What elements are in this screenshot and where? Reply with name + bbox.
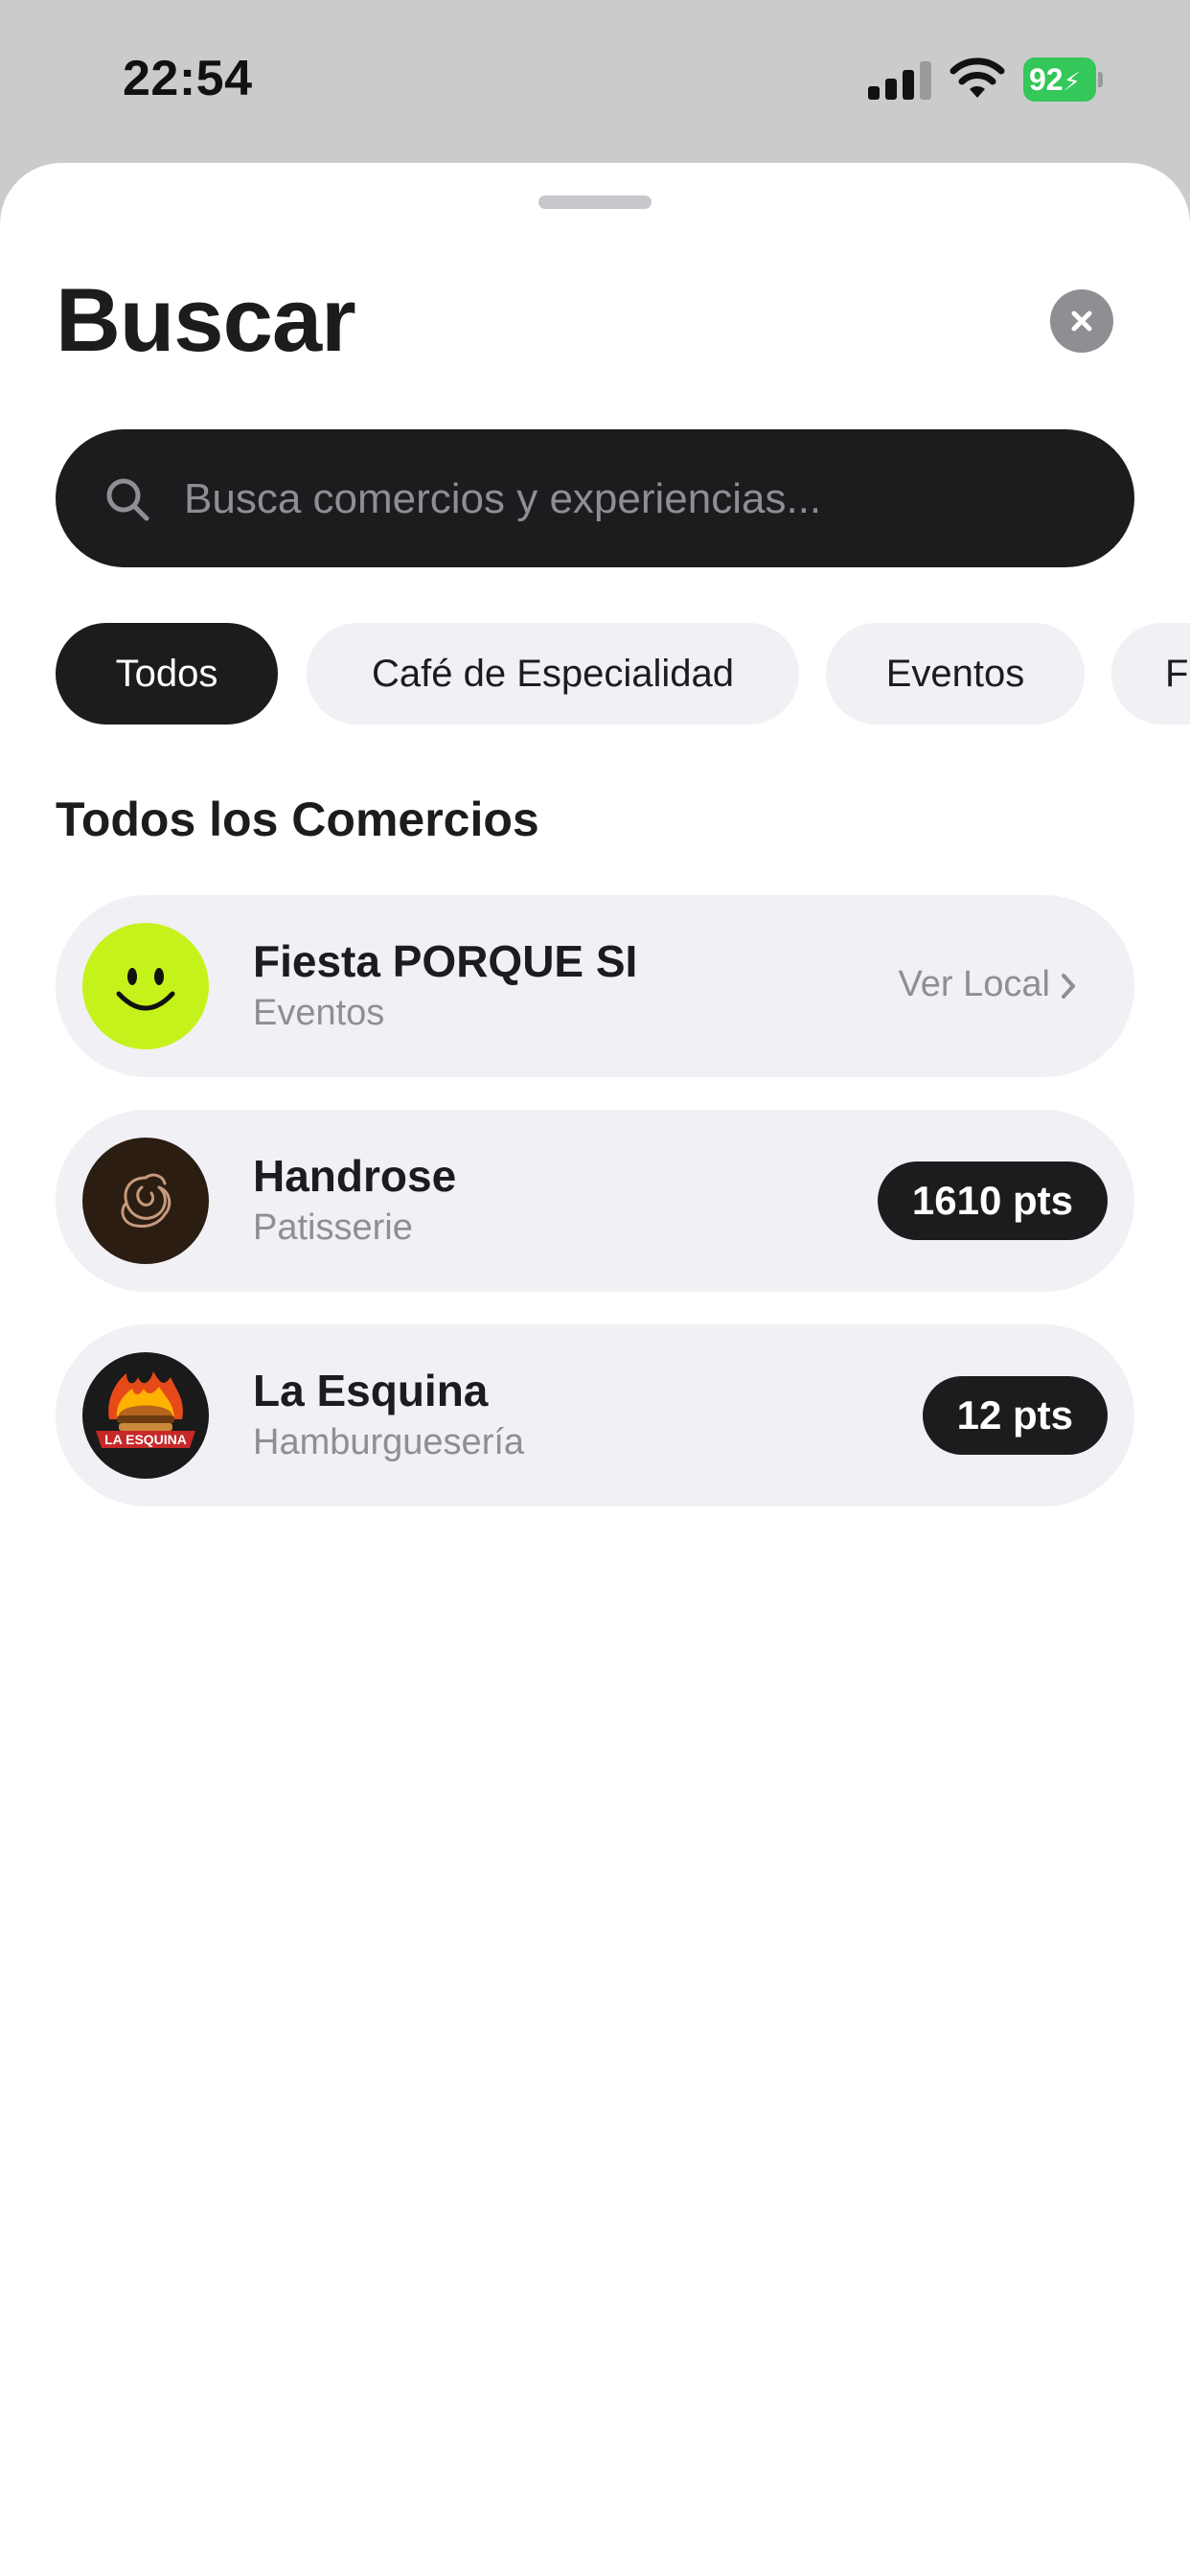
- filter-chip-eventos[interactable]: Eventos: [826, 623, 1085, 724]
- merchant-category: Hamburguesería: [253, 1422, 525, 1462]
- cellular-signal-icon: [868, 59, 931, 100]
- merchant-card[interactable]: Fiesta PORQUE SI Eventos Ver Local: [56, 895, 1134, 1077]
- battery-icon: 92⚡: [1023, 58, 1103, 102]
- status-time: 22:54: [123, 51, 253, 106]
- battery-level: 92⚡: [1023, 58, 1096, 102]
- search-sheet: Buscar Todos Café de Especialidad Evento…: [0, 163, 1190, 2576]
- merchant-name: Fiesta PORQUE SI: [253, 936, 638, 986]
- filter-chip-cafe[interactable]: Café de Especialidad: [307, 623, 799, 724]
- close-icon: [1071, 310, 1092, 332]
- search-input[interactable]: [182, 429, 1106, 569]
- smiley-icon: [82, 923, 209, 1049]
- rose-icon: [82, 1138, 209, 1264]
- section-title: Todos los Comercios: [56, 793, 539, 846]
- sheet-grabber[interactable]: [538, 196, 652, 209]
- merchant-card[interactable]: LA ESQUINA La Esquina Hamburguesería 12 …: [56, 1324, 1134, 1506]
- view-local-link[interactable]: Ver Local: [899, 964, 1077, 1005]
- filter-chip-todos[interactable]: Todos: [56, 623, 278, 724]
- close-button[interactable]: [1050, 289, 1113, 353]
- merchant-category: Eventos: [253, 993, 385, 1033]
- merchant-card[interactable]: Handrose Patisserie 1610 pts: [56, 1110, 1134, 1292]
- points-badge: 12 pts: [922, 1376, 1108, 1455]
- burger-logo-text: LA ESQUINA: [104, 1432, 187, 1447]
- wifi-icon: [950, 58, 1005, 98]
- filter-chip-more[interactable]: F: [1111, 623, 1190, 724]
- merchant-name: Handrose: [253, 1151, 457, 1201]
- view-local-label: Ver Local: [898, 964, 1050, 1004]
- page-title: Buscar: [56, 269, 356, 370]
- burger-logo-icon: LA ESQUINA: [82, 1352, 209, 1479]
- points-badge: 1610 pts: [877, 1162, 1108, 1240]
- filter-chips: Todos Café de Especialidad Eventos F: [56, 623, 1190, 726]
- merchant-name: La Esquina: [253, 1366, 489, 1415]
- merchant-category: Patisserie: [253, 1208, 413, 1248]
- chevron-right-icon: [1062, 973, 1075, 999]
- status-bar: 22:54 92⚡: [0, 0, 1190, 163]
- search-bar[interactable]: [56, 429, 1134, 569]
- search-icon: [106, 478, 149, 521]
